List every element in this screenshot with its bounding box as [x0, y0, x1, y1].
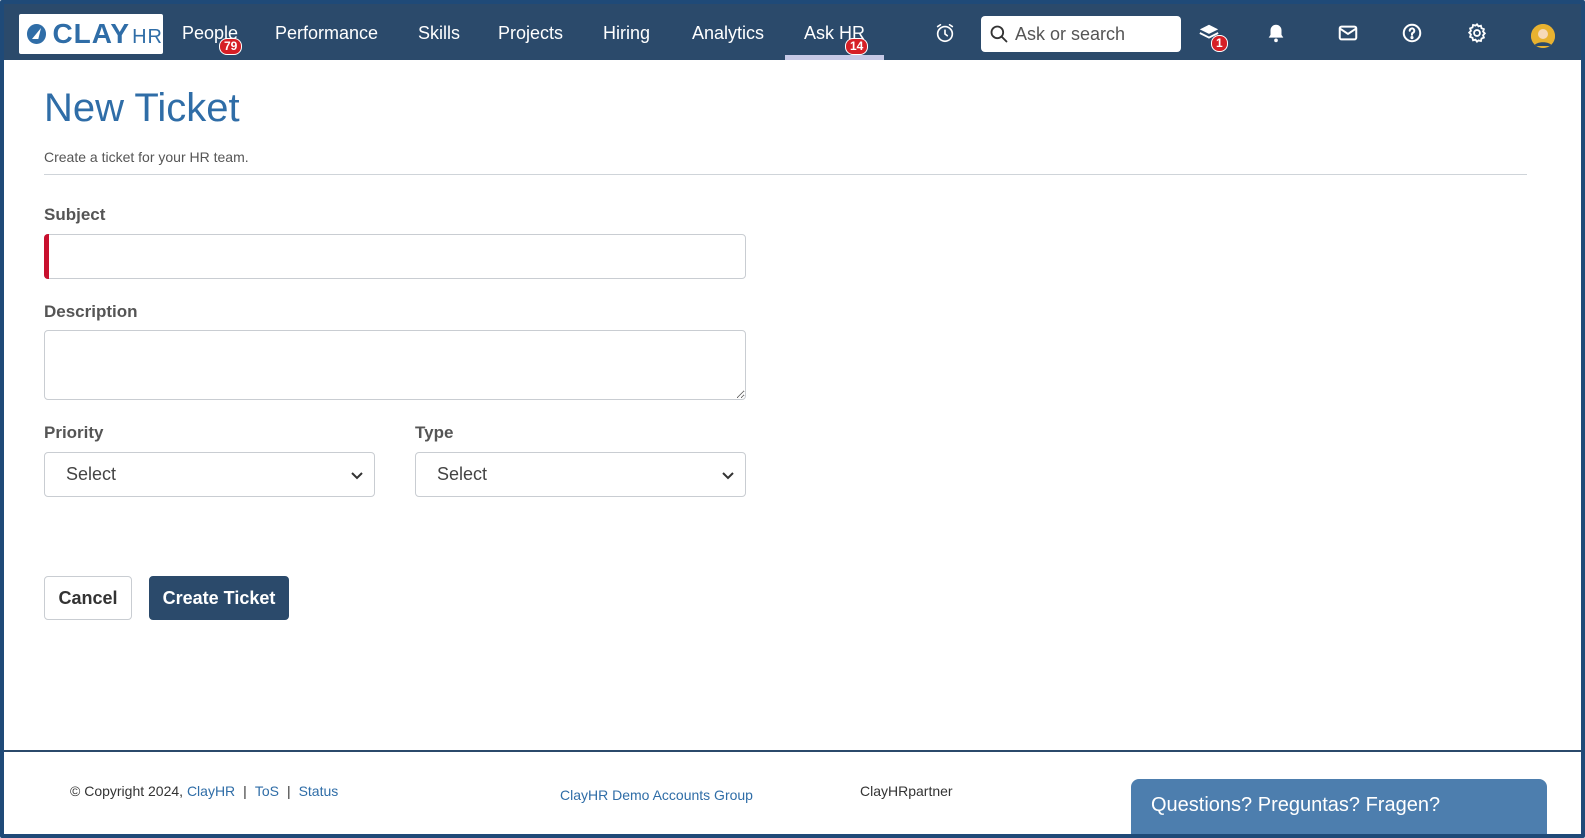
- nav-skills[interactable]: Skills: [418, 4, 460, 60]
- cancel-button[interactable]: Cancel: [44, 576, 132, 620]
- nav-ask-hr[interactable]: Ask HR 14: [784, 4, 885, 60]
- priority-selected-value: Select: [66, 464, 117, 484]
- nav-people[interactable]: People 79: [182, 4, 243, 60]
- ask-hr-badge: 14: [845, 38, 869, 55]
- learning-stack-icon[interactable]: 1: [1196, 20, 1228, 52]
- nav-analytics-label: Analytics: [692, 23, 765, 43]
- type-label: Type: [415, 423, 454, 442]
- footer-divider: [4, 750, 1581, 752]
- priority-select[interactable]: Select: [44, 452, 375, 497]
- partner-text: ClayHRpartner: [860, 783, 953, 799]
- nav-hiring-label: Hiring: [603, 23, 651, 43]
- copyright-text: © Copyright 2024,: [70, 783, 184, 799]
- required-indicator: [44, 234, 49, 279]
- tos-link[interactable]: ToS: [255, 783, 279, 799]
- nav-skills-label: Skills: [418, 23, 461, 43]
- nav-projects-label: Projects: [498, 23, 564, 43]
- nav-performance-label: Performance: [275, 23, 379, 43]
- clayhr-logo[interactable]: CLAY HR: [19, 14, 163, 54]
- mail-icon[interactable]: [1335, 20, 1361, 46]
- search-input[interactable]: [1013, 22, 1173, 46]
- description-textarea[interactable]: [44, 330, 746, 400]
- header-divider: [44, 174, 1527, 175]
- chat-widget-tab[interactable]: Questions? Preguntas? Fragen?: [1131, 779, 1547, 834]
- chevron-down-icon: [722, 472, 734, 480]
- subject-label: Subject: [44, 205, 106, 224]
- footer-copyright: © Copyright 2024, ClayHR | ToS | Status: [70, 783, 339, 799]
- type-selected-value: Select: [437, 464, 488, 484]
- help-icon[interactable]: [1399, 20, 1425, 46]
- logo-text: CLAY HR: [52, 18, 163, 49]
- page-subtitle: Create a ticket for your HR team.: [44, 149, 249, 165]
- create-ticket-button[interactable]: Create Ticket: [149, 576, 289, 620]
- alarm-clock-icon[interactable]: [932, 20, 958, 46]
- people-badge: 79: [219, 38, 243, 55]
- clayhr-link[interactable]: ClayHR: [187, 783, 235, 799]
- page-title: New Ticket: [44, 86, 240, 130]
- search-icon: [990, 25, 1008, 43]
- global-search: [981, 16, 1181, 52]
- logo-mark-icon: [27, 24, 47, 44]
- subject-input[interactable]: [44, 234, 746, 279]
- top-nav: CLAY HR People 79 Performance Skills Proj…: [4, 4, 1581, 60]
- nav-analytics[interactable]: Analytics: [692, 4, 764, 60]
- status-link[interactable]: Status: [299, 783, 339, 799]
- demo-group-link[interactable]: ClayHR Demo Accounts Group: [560, 787, 753, 803]
- gear-icon[interactable]: [1464, 20, 1490, 46]
- user-avatar[interactable]: [1531, 24, 1555, 48]
- priority-label: Priority: [44, 423, 104, 442]
- nav-projects[interactable]: Projects: [498, 4, 563, 60]
- nav-hiring[interactable]: Hiring: [603, 4, 650, 60]
- type-select[interactable]: Select: [415, 452, 746, 497]
- bell-icon[interactable]: [1263, 20, 1289, 46]
- learning-badge: 1: [1211, 35, 1228, 52]
- chevron-down-icon: [351, 472, 363, 480]
- description-label: Description: [44, 302, 138, 321]
- nav-performance[interactable]: Performance: [275, 4, 378, 60]
